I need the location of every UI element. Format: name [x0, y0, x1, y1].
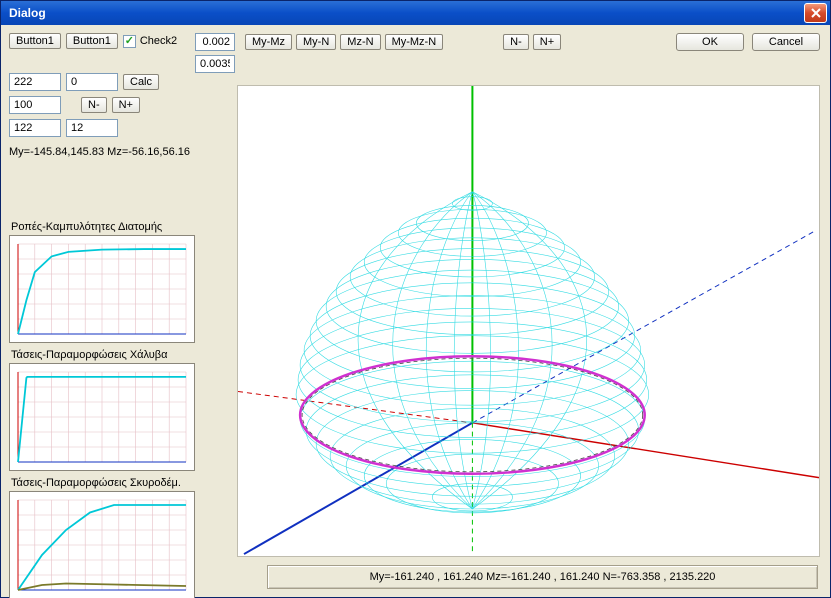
input-r1c1[interactable] [9, 73, 61, 91]
button1b[interactable]: Button1 [66, 33, 118, 49]
n-minus-button[interactable]: N- [503, 34, 529, 50]
status-bar: My=-161.240 , 161.240 Mz=-161.240 , 161.… [267, 565, 818, 589]
check2[interactable]: ✓ Check2 [123, 35, 177, 48]
eps-inputs [195, 33, 235, 73]
status-text: My=-161.240 , 161.240 Mz=-161.240 , 161.… [370, 571, 716, 583]
button1a[interactable]: Button1 [9, 33, 61, 49]
check2-label: Check2 [140, 35, 177, 47]
side-panel: Ροπές-Καμπυλότητες Διατομής Τάσεις-Παραμ… [9, 215, 219, 598]
input-r3c2[interactable] [66, 119, 118, 137]
eps-top-input[interactable] [195, 33, 235, 51]
left-n-plus-button[interactable]: N+ [112, 97, 140, 113]
my-n-button[interactable]: My-N [296, 34, 336, 50]
cancel-button[interactable]: Cancel [752, 33, 820, 51]
mz-n-button[interactable]: Mz-N [340, 34, 380, 50]
eps-bot-input[interactable] [195, 55, 235, 73]
n-plus-button[interactable]: N+ [533, 34, 561, 50]
window-title: Dialog [9, 6, 804, 20]
my-mz-button[interactable]: My-Mz [245, 34, 292, 50]
panel3-title: Τάσεις-Παραμορφώσεις Σκυροδέμ. [11, 477, 219, 489]
input-r1c2[interactable] [66, 73, 118, 91]
panel1-chart [9, 235, 195, 343]
ok-button[interactable]: OK [676, 33, 744, 51]
left-n-minus-button[interactable]: N- [81, 97, 107, 113]
titlebar: Dialog [1, 1, 830, 25]
dialog-window: Dialog Button1 Button1 ✓ Check2 [0, 0, 831, 598]
panel2-title: Τάσεις-Παραμορφώσεις Χάλυβα [11, 349, 219, 361]
surface-plot [238, 86, 819, 556]
panel3-chart [9, 491, 195, 598]
calc-button[interactable]: Calc [123, 74, 159, 90]
my-mz-n-button[interactable]: My-Mz-N [385, 34, 444, 50]
viewport-3d[interactable] [237, 85, 820, 557]
my-mz-text: My=-145.84,145.83 Mz=-56.16,56.16 [9, 146, 225, 158]
close-icon [811, 8, 821, 18]
top-toolbar: My-Mz My-N Mz-N My-Mz-N N- N+ OK Cancel [245, 33, 820, 51]
left-controls: Button1 Button1 ✓ Check2 Calc N- [9, 33, 225, 158]
close-button[interactable] [804, 3, 827, 23]
panel2-chart [9, 363, 195, 471]
input-r2c1[interactable] [9, 96, 61, 114]
checkmark-icon: ✓ [123, 35, 136, 48]
client-area: Button1 Button1 ✓ Check2 Calc N- [1, 25, 830, 597]
input-r3c1[interactable] [9, 119, 61, 137]
panel1-title: Ροπές-Καμπυλότητες Διατομής [11, 221, 219, 233]
